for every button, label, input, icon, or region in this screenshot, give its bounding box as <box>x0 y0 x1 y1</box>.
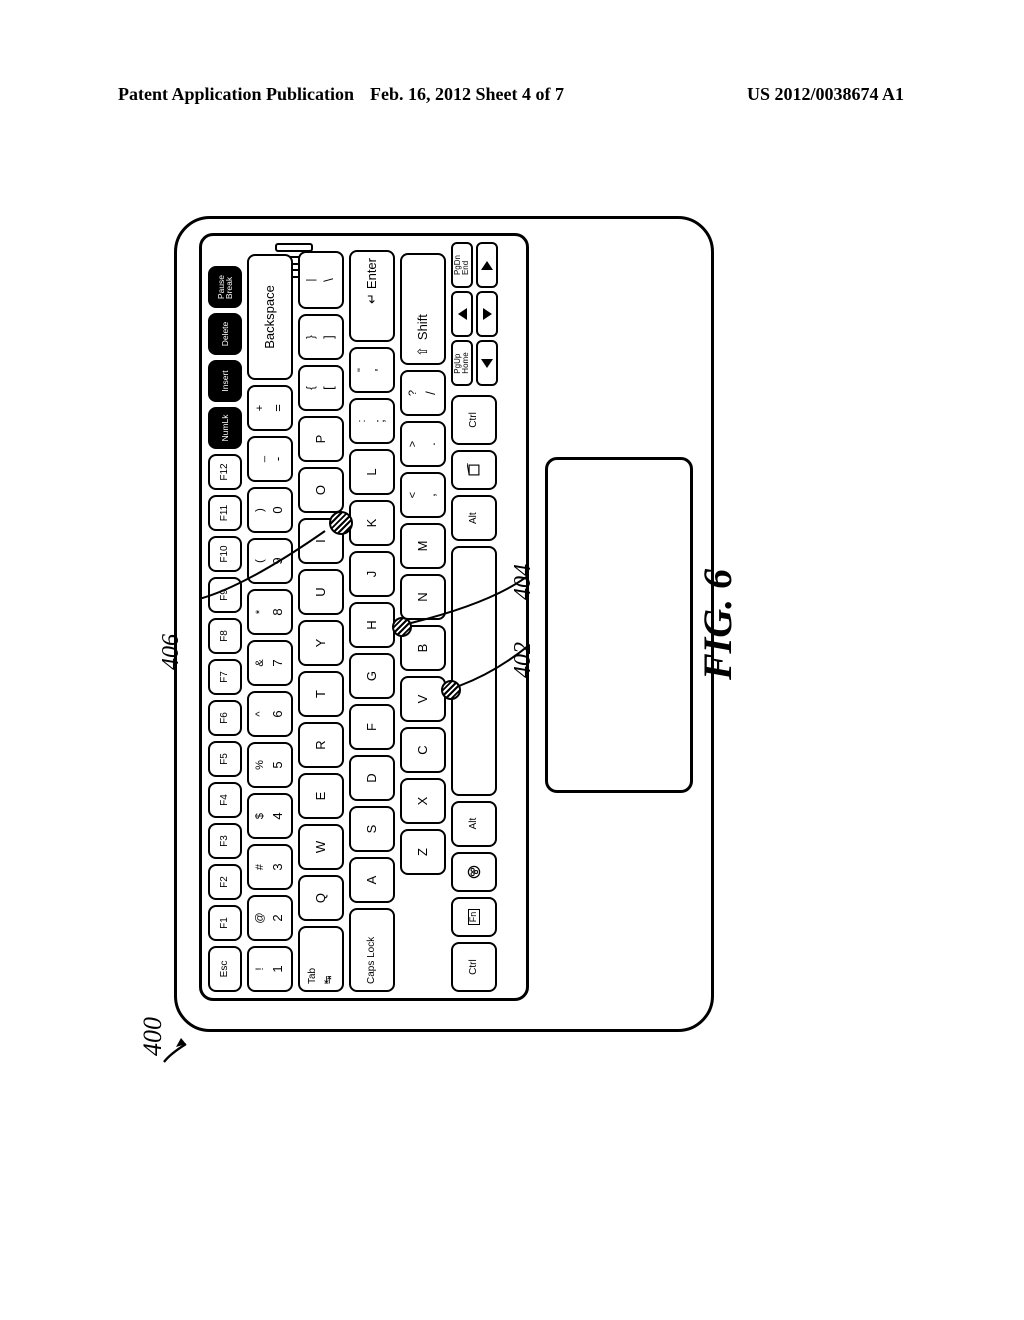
laptop-body: Esc F1 F2 F3 F4 F5 F6 F7 F8 F9 F10 <box>174 216 714 1032</box>
ref-406: 406 <box>158 634 185 670</box>
header-mid: Feb. 16, 2012 Sheet 4 of 7 <box>370 84 564 105</box>
header-right: US 2012/0038674 A1 <box>747 84 904 105</box>
figure-6-landscape: 400 <box>138 180 748 1080</box>
header-left: Patent Application Publication <box>118 84 354 105</box>
ref-404: 404 <box>510 564 537 600</box>
callout-leaders <box>199 231 529 1001</box>
ref-402: 402 <box>510 642 537 678</box>
touchpad <box>545 457 693 793</box>
figure-caption: FIG. 6 <box>694 569 741 680</box>
figure-6: 400 <box>138 180 748 1080</box>
page: Patent Application Publication Feb. 16, … <box>0 0 1024 1320</box>
ref-400-leader-icon <box>160 1028 200 1068</box>
ref-400: 400 <box>138 1017 168 1056</box>
laptop-deck: Esc F1 F2 F3 F4 F5 F6 F7 F8 F9 F10 <box>199 247 689 1001</box>
